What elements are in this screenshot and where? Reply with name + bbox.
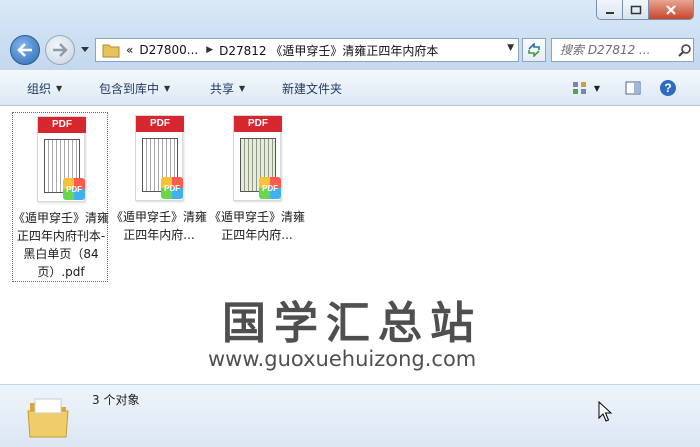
new-folder-button[interactable]: 新建文件夹 bbox=[282, 80, 342, 97]
include-in-library-label: 包含到库中 bbox=[99, 82, 160, 96]
file-item[interactable]: PDF PDF 《遁甲穿壬》清雍正四年内府刊本-黑白单页（84页）.pdf bbox=[12, 112, 109, 282]
refresh-button[interactable] bbox=[522, 38, 546, 62]
caret-down-icon: ▼ bbox=[593, 83, 601, 93]
address-bar[interactable]: « D27800... ▶ D27812 《遁甲穿壬》清雍正四年内府本 ▼ bbox=[95, 38, 519, 62]
pdf-type-label: PDF bbox=[136, 116, 184, 132]
watermark-url: www.guoxuehuizong.com bbox=[208, 347, 477, 371]
file-item[interactable]: PDF PDF 《遁甲穿壬》清雍正四年内府... bbox=[111, 112, 207, 282]
pdf-app-badge-icon: PDF bbox=[259, 177, 281, 199]
details-pane: 3 个对象 bbox=[0, 384, 700, 447]
watermark-text: 国学汇总站 bbox=[222, 298, 482, 349]
breadcrumb-item-current[interactable]: D27812 《遁甲穿壬》清雍正四年内府本 bbox=[219, 42, 438, 59]
caret-down-icon: ▼ bbox=[239, 84, 246, 93]
breadcrumb-overflow[interactable]: « bbox=[126, 43, 133, 57]
help-button[interactable]: ? bbox=[658, 78, 678, 98]
file-name[interactable]: 《遁甲穿壬》清雍正四年内府刊本-黑白单页（84页）.pdf bbox=[13, 209, 109, 281]
minimize-button[interactable] bbox=[596, 0, 623, 20]
svg-text:?: ? bbox=[664, 81, 671, 95]
share-menu[interactable]: 共享 ▼ bbox=[210, 80, 245, 97]
chevron-right-icon[interactable]: ▶ bbox=[206, 45, 213, 55]
pdf-type-label: PDF bbox=[234, 116, 282, 132]
close-icon bbox=[666, 4, 676, 15]
pdf-file-icon: PDF PDF bbox=[135, 115, 184, 201]
file-list[interactable]: PDF PDF 《遁甲穿壬》清雍正四年内府刊本-黑白单页（84页）.pdf PD… bbox=[0, 107, 700, 384]
pdf-file-icon: PDF PDF bbox=[37, 116, 86, 202]
change-view-button[interactable]: ▼ bbox=[568, 78, 604, 98]
caret-down-icon: ▼ bbox=[56, 84, 63, 93]
file-name[interactable]: 《遁甲穿壬》清雍正四年内府... bbox=[111, 208, 207, 244]
minimize-icon bbox=[605, 11, 614, 14]
pdf-file-icon: PDF PDF bbox=[233, 115, 282, 201]
organize-label: 组织 bbox=[27, 82, 52, 96]
file-name[interactable]: 《遁甲穿壬》清雍正四年内府... bbox=[209, 208, 305, 244]
chevron-down-icon bbox=[81, 47, 89, 52]
back-button[interactable] bbox=[10, 35, 40, 65]
title-bar bbox=[0, 0, 700, 30]
include-in-library-menu[interactable]: 包含到库中 ▼ bbox=[99, 80, 170, 97]
forward-button[interactable] bbox=[45, 35, 75, 65]
arrow-right-icon bbox=[53, 43, 68, 57]
mouse-cursor-icon bbox=[598, 401, 612, 422]
preview-pane-button[interactable] bbox=[623, 78, 643, 98]
refresh-icon bbox=[528, 43, 540, 57]
maximize-icon bbox=[630, 5, 641, 14]
arrow-left-icon bbox=[17, 43, 32, 57]
pdf-type-label: PDF bbox=[38, 117, 86, 133]
item-count: 3 个对象 bbox=[92, 393, 140, 407]
share-label: 共享 bbox=[210, 82, 235, 96]
breadcrumb-item-parent[interactable]: D27800... bbox=[139, 43, 198, 57]
caret-down-icon: ▼ bbox=[164, 84, 171, 93]
search-box[interactable] bbox=[551, 38, 694, 62]
help-icon: ? bbox=[660, 80, 676, 96]
pdf-app-badge-icon: PDF bbox=[63, 178, 85, 200]
pdf-app-badge-icon: PDF bbox=[161, 177, 183, 199]
close-button[interactable] bbox=[649, 0, 694, 20]
folder-icon bbox=[102, 44, 120, 58]
folder-icon bbox=[27, 398, 69, 438]
navigation-bar: « D27800... ▶ D27812 《遁甲穿壬》清雍正四年内府本 ▼ bbox=[0, 30, 700, 70]
command-bar: 组织 ▼ 包含到库中 ▼ 共享 ▼ 新建文件夹 ▼ ? bbox=[0, 70, 700, 106]
maximize-button[interactable] bbox=[623, 0, 649, 20]
address-dropdown-icon[interactable]: ▼ bbox=[507, 43, 514, 53]
file-item[interactable]: PDF PDF 《遁甲穿壬》清雍正四年内府... bbox=[209, 112, 305, 282]
view-grid-icon bbox=[572, 82, 586, 94]
new-folder-label: 新建文件夹 bbox=[282, 82, 343, 96]
search-icon[interactable] bbox=[678, 43, 692, 57]
search-input[interactable] bbox=[560, 43, 678, 57]
window-controls bbox=[596, 0, 694, 20]
preview-pane-icon bbox=[625, 81, 641, 95]
organize-menu[interactable]: 组织 ▼ bbox=[27, 80, 62, 97]
recent-pages-button[interactable] bbox=[80, 45, 90, 55]
